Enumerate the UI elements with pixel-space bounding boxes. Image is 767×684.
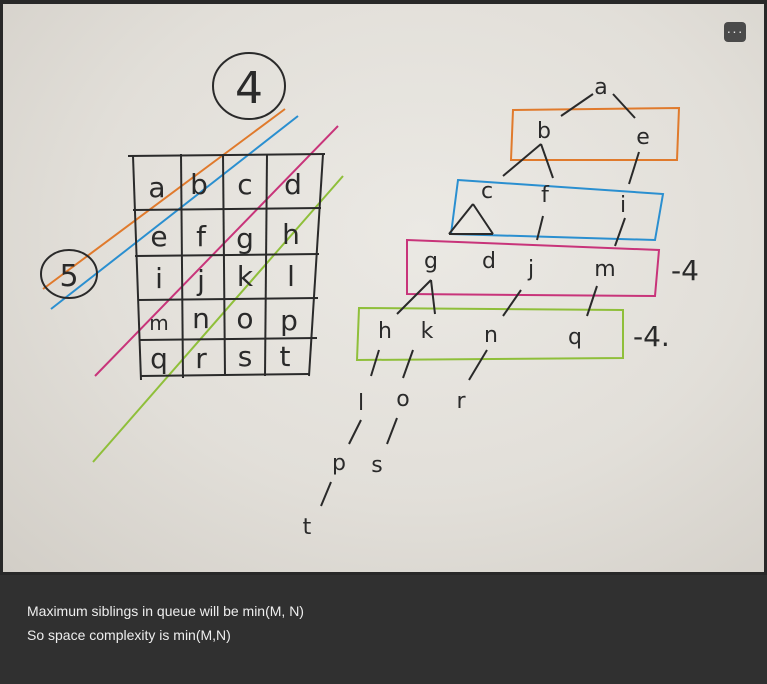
grid-cell: d (284, 168, 302, 201)
tree-node: t (303, 515, 312, 540)
grid-cell: c (237, 168, 252, 201)
tree-node: f (541, 183, 550, 208)
tree-node: p (332, 451, 346, 476)
grid-cell: a (148, 171, 165, 204)
sketch-drawing: 4 5 a b c d e f g h i j k l m n o p q r … (40, 52, 699, 540)
grid-cell: h (282, 218, 300, 251)
grid-cell: i (155, 262, 163, 295)
grid-cell: k (237, 260, 254, 293)
tree-node: m (594, 257, 615, 282)
grid-cell: m (149, 311, 168, 335)
tree-node: e (636, 125, 650, 150)
tree-node: d (482, 249, 496, 274)
grid-cell: e (150, 220, 167, 253)
grid-cell: b (190, 168, 208, 201)
grid-cell: l (287, 260, 295, 293)
grid-cell: o (236, 302, 253, 335)
grid-cell: t (280, 340, 291, 373)
circle-top-number: 4 (235, 63, 263, 114)
grid-cell: r (195, 342, 207, 375)
level-note: -4. (633, 320, 670, 353)
grid-cell: g (236, 222, 254, 255)
more-horizontal-icon: ··· (726, 23, 744, 39)
caption-line: So space complexity is min(M,N) (27, 627, 231, 643)
tree-node: n (484, 323, 498, 348)
tree-node: g (424, 249, 438, 274)
caption-line: Maximum siblings in queue will be min(M,… (27, 603, 304, 619)
tree-node: o (396, 387, 409, 412)
tree-node: k (421, 319, 434, 344)
tree-node: a (594, 75, 607, 100)
tree-node: r (456, 389, 466, 414)
tree-node: s (371, 453, 382, 478)
grid-cell: j (196, 264, 205, 297)
tree-node: l (358, 391, 364, 416)
grid-cell: n (192, 302, 210, 335)
tree-node: i (620, 193, 626, 218)
tree-node: h (378, 319, 392, 344)
tree-node: c (481, 179, 493, 204)
grid-cell: q (150, 342, 168, 375)
tree-node: j (527, 257, 534, 282)
caption-panel: Maximum siblings in queue will be min(M,… (0, 575, 767, 684)
grid-cell: p (280, 304, 298, 337)
circle-left-number: 5 (59, 259, 78, 294)
grid-cell: s (238, 340, 253, 373)
grid-cell: f (196, 220, 207, 253)
tree-node: q (568, 325, 582, 350)
level-note: -4 (671, 254, 699, 287)
more-options-button[interactable]: ··· (724, 22, 746, 42)
handwritten-photo: 4 5 a b c d e f g h i j k l m n o p q r … (3, 4, 764, 572)
tree-node: b (537, 119, 551, 144)
image-post: 4 5 a b c d e f g h i j k l m n o p q r … (0, 0, 767, 684)
